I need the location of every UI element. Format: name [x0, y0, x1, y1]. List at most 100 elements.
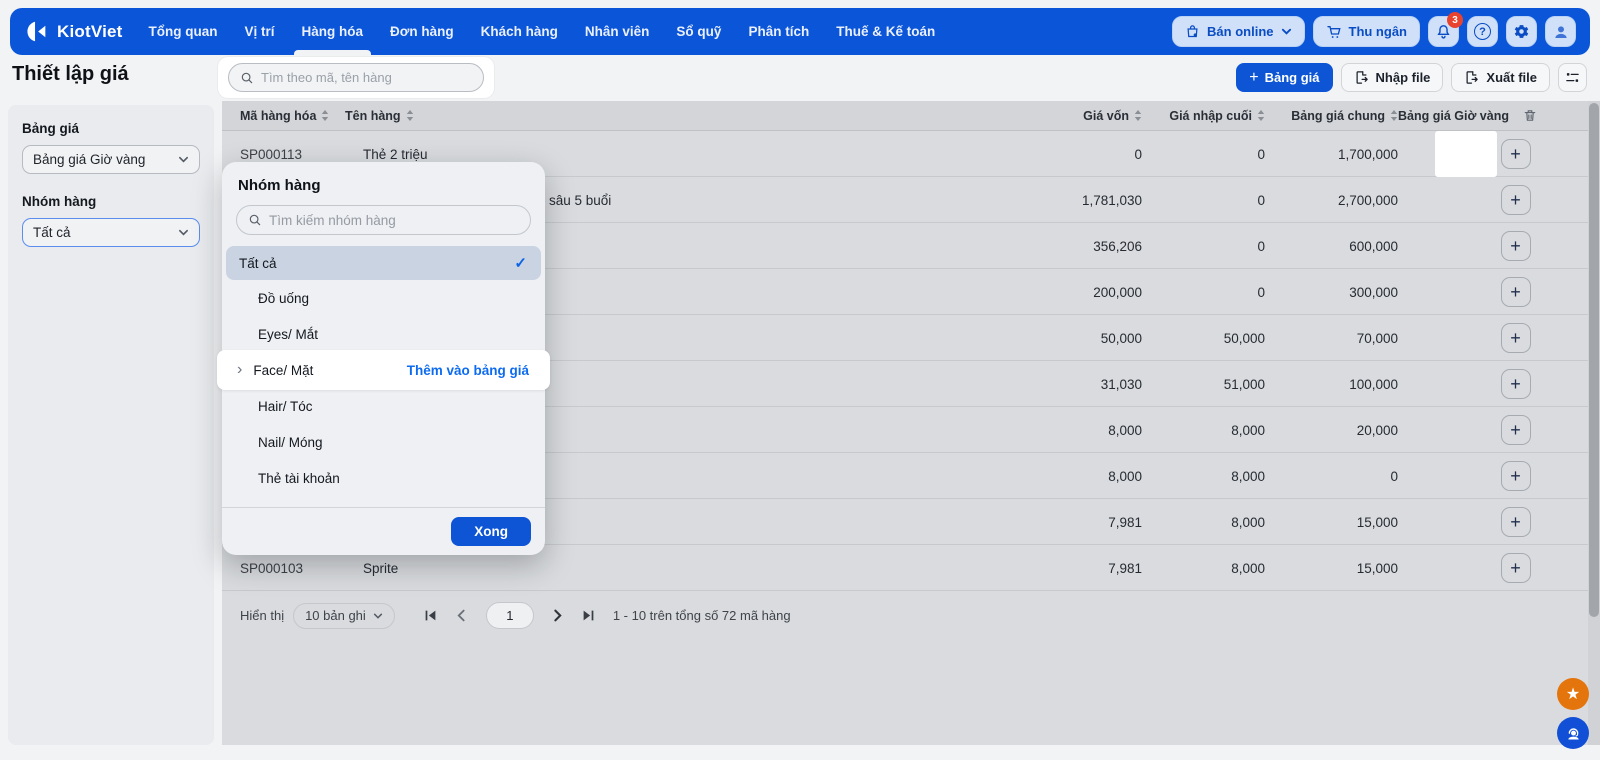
thu-ngan-button[interactable]: Thu ngân	[1312, 16, 1420, 47]
group-select[interactable]: Tất cả	[22, 218, 200, 247]
notifications-button[interactable]: 3	[1428, 12, 1463, 47]
nav-item[interactable]: Khách hàng	[481, 8, 558, 55]
add-to-pricebook-button[interactable]: +	[1500, 277, 1531, 307]
group-item-label: Hair/ Tóc	[258, 398, 313, 414]
nav-item[interactable]: Tổng quan	[149, 8, 218, 55]
cost-price: 8,000	[1108, 422, 1142, 438]
add-pricebook-button[interactable]: + Bảng giá	[1236, 63, 1333, 92]
pagination-summary: 1 - 10 trên tổng số 72 mã hàng	[612, 608, 791, 623]
nav-item[interactable]: Nhân viên	[585, 8, 650, 55]
page-number-input[interactable]	[485, 602, 534, 629]
column-settings-button[interactable]	[1558, 63, 1587, 92]
pricebook-select[interactable]: Bảng giá Giờ vàng	[22, 145, 200, 174]
vertical-scrollbar[interactable]	[1588, 101, 1600, 745]
group-search[interactable]	[236, 205, 531, 235]
base-price: 15,000	[1356, 560, 1398, 576]
done-button[interactable]: Xong	[451, 517, 531, 546]
chevron-down-icon	[178, 227, 189, 238]
add-group-to-pricebook-link[interactable]: Thêm vào bảng giá	[407, 363, 545, 378]
cost-price: 0	[1134, 146, 1142, 162]
group-item[interactable]: › Eyes/ Mắt ✓	[222, 316, 545, 352]
plus-icon: +	[1249, 68, 1259, 86]
sort-icon[interactable]	[1134, 110, 1142, 121]
column-header-code[interactable]: Mã hàng hóa	[222, 109, 345, 123]
column-label: Bảng giá chung	[1291, 108, 1385, 123]
nav-item[interactable]: Hàng hóa	[293, 8, 371, 55]
page-size-select[interactable]: 10 bản ghi	[293, 602, 395, 629]
page-size-label: Hiển thị	[240, 608, 285, 623]
search-input[interactable]	[261, 70, 472, 85]
add-to-pricebook-button[interactable]: +	[1500, 369, 1531, 399]
group-panel-title: Nhóm hàng	[238, 177, 321, 194]
gold-price-cell: +	[1398, 407, 1588, 453]
add-to-pricebook-button[interactable]: +	[1500, 507, 1531, 537]
last-purchase-price: 8,000	[1231, 560, 1265, 576]
shop-bag-icon	[1185, 24, 1200, 39]
nav-item[interactable]: Đơn hàng	[390, 8, 454, 55]
group-search-input[interactable]	[269, 212, 519, 228]
group-item[interactable]: › Đồ uống ✓	[222, 280, 545, 316]
column-header-base-price[interactable]: Bảng giá chung	[1265, 109, 1398, 123]
next-page-button[interactable]	[547, 605, 569, 627]
ban-online-button[interactable]: Bán online	[1172, 16, 1305, 47]
column-header-gold-price[interactable]: Bảng giá Giờ vàng	[1398, 108, 1588, 123]
chevron-down-icon	[178, 154, 189, 165]
base-price: 600,000	[1349, 238, 1398, 254]
prev-page-button[interactable]	[451, 605, 473, 627]
import-file-button[interactable]: Nhập file	[1340, 63, 1444, 92]
brand[interactable]: KiotViet	[24, 19, 123, 44]
add-to-pricebook-button[interactable]: +	[1500, 461, 1531, 491]
group-item-label: Thẻ tài khoản	[258, 470, 340, 486]
chevron-right-icon: ›	[237, 361, 243, 378]
column-header-cost[interactable]: Giá vốn	[952, 109, 1142, 123]
kiotviet-logo-icon	[24, 19, 49, 44]
group-item[interactable]: › Nail/ Móng ✓	[222, 424, 545, 460]
nav-item[interactable]: Sổ quỹ	[676, 8, 721, 55]
help-button[interactable]: ?	[1467, 16, 1498, 47]
add-to-pricebook-button[interactable]: +	[1500, 185, 1531, 215]
export-file-button[interactable]: Xuất file	[1451, 63, 1550, 92]
export-file-label: Xuất file	[1486, 70, 1537, 85]
add-to-pricebook-button[interactable]: +	[1500, 553, 1531, 583]
feedback-fab[interactable]: ★	[1557, 678, 1589, 710]
column-header-last-purchase[interactable]: Giá nhập cuối	[1142, 109, 1265, 123]
base-price: 300,000	[1349, 284, 1398, 300]
group-item[interactable]: › Face/ Mặt Thêm vào bảng giá ✓	[217, 350, 550, 390]
add-to-pricebook-button[interactable]: +	[1500, 415, 1531, 445]
product-code: SP000103	[240, 560, 304, 576]
gold-price-cell: +	[1398, 177, 1588, 223]
page-title: Thiết lập giá	[12, 63, 129, 85]
trash-icon[interactable]	[1523, 108, 1537, 123]
nav-item[interactable]: Phân tích	[748, 8, 809, 55]
last-page-button[interactable]	[578, 605, 600, 627]
column-header-name[interactable]: Tên hàng	[345, 109, 952, 123]
highlight-box-plus	[1435, 131, 1497, 177]
sort-icon[interactable]	[406, 110, 414, 121]
settings-button[interactable]	[1506, 16, 1537, 47]
first-page-button[interactable]	[420, 605, 442, 627]
sort-icon[interactable]	[1390, 110, 1398, 121]
scrollbar-thumb[interactable]	[1589, 103, 1599, 617]
group-item[interactable]: › Tất cả ✓	[226, 246, 541, 280]
product-search[interactable]	[228, 63, 484, 92]
add-to-pricebook-button[interactable]: +	[1500, 139, 1531, 169]
group-item[interactable]: › Thẻ tài khoản ✓	[222, 460, 545, 496]
group-item[interactable]: › Hair/ Tóc ✓	[222, 388, 545, 424]
column-label: Bảng giá Giờ vàng	[1398, 108, 1509, 123]
nav-item[interactable]: Thuế & Kế toán	[836, 8, 935, 55]
add-to-pricebook-button[interactable]: +	[1500, 231, 1531, 261]
import-file-label: Nhập file	[1375, 70, 1431, 85]
chevron-down-icon	[1281, 26, 1292, 37]
nav-item[interactable]: Vị trí	[245, 8, 275, 55]
add-to-pricebook-button[interactable]: +	[1500, 323, 1531, 353]
group-filter-label: Nhóm hàng	[22, 194, 97, 209]
import-file-icon	[1354, 70, 1369, 85]
last-purchase-price: 8,000	[1231, 514, 1265, 530]
cost-price: 200,000	[1093, 284, 1142, 300]
sort-icon[interactable]	[1257, 110, 1265, 121]
sort-icon[interactable]	[321, 110, 329, 121]
account-button[interactable]	[1545, 16, 1576, 47]
support-fab[interactable]	[1557, 717, 1589, 749]
last-purchase-price: 0	[1257, 146, 1265, 162]
column-label: Mã hàng hóa	[240, 108, 317, 123]
